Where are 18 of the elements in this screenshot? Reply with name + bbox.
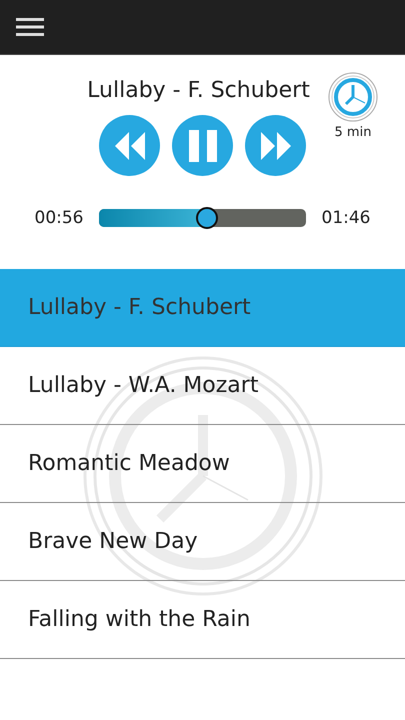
fast-forward-icon — [258, 130, 292, 160]
track-item[interactable]: Romantic Meadow — [0, 425, 405, 503]
menu-icon — [16, 17, 44, 37]
track-title: Lullaby - F. Schubert — [87, 77, 310, 105]
pause-icon — [186, 130, 218, 162]
total-time: 01:46 — [320, 208, 372, 228]
menu-button[interactable] — [16, 16, 44, 38]
track-item[interactable]: Brave New Day — [0, 503, 405, 581]
timer-duration: 5 min — [334, 125, 372, 140]
clock-icon — [327, 71, 379, 123]
rewind-icon — [112, 130, 146, 160]
progress-track[interactable] — [99, 209, 306, 227]
track-item[interactable]: Lullaby - W.A. Mozart — [0, 347, 405, 425]
track-item[interactable]: Falling with the Rain — [0, 581, 405, 659]
elapsed-time: 00:56 — [34, 208, 84, 228]
progress-handle[interactable] — [196, 207, 218, 229]
track-item[interactable]: Lullaby - F. Schubert — [0, 269, 405, 347]
timer-button[interactable] — [327, 71, 379, 123]
